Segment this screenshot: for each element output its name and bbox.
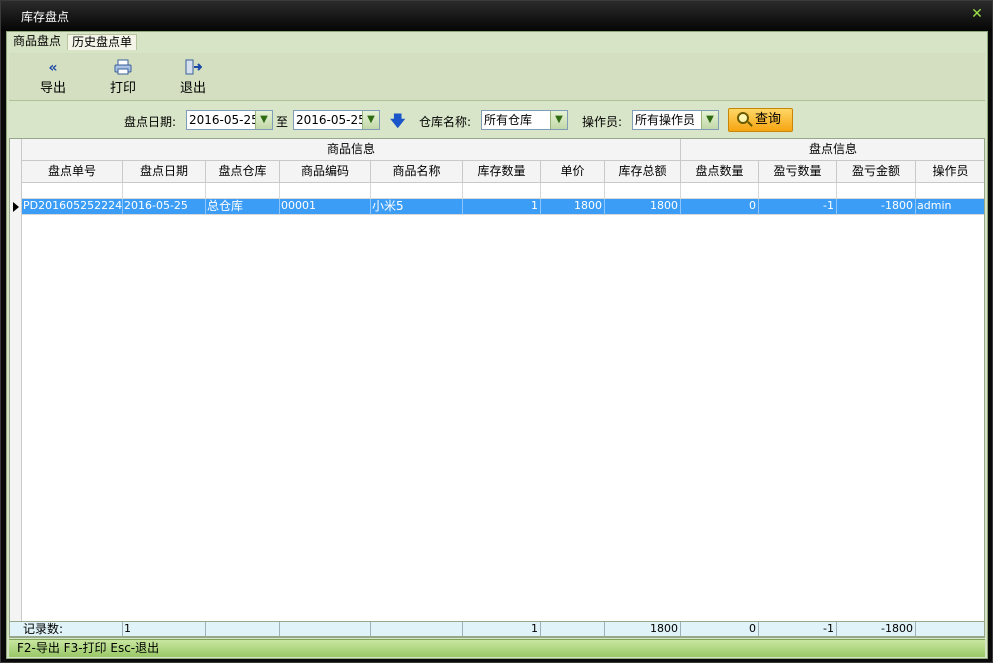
filter-bar: 盘点日期: 2016-05-25 ▼ 至 2016-05-25 ▼ 🡇 仓库名称…	[9, 102, 985, 138]
group-header-product-info: 商品信息	[22, 139, 681, 161]
filter-cell[interactable]	[206, 183, 280, 199]
double-chevron-left-icon: «	[48, 60, 58, 76]
tab-history-check[interactable]: 历史盘点单	[67, 34, 138, 50]
query-button[interactable]: 查询	[728, 108, 793, 132]
summary-cell	[371, 622, 463, 636]
record-count-label: 记录数:	[22, 622, 123, 636]
status-bar: F2-导出 F3-打印 Esc-退出	[9, 639, 985, 657]
table-cell[interactable]: 总仓库	[206, 199, 280, 215]
operator-select[interactable]: 所有操作员 ▼	[632, 110, 719, 130]
print-button[interactable]: 打印	[103, 59, 143, 96]
warehouse-select[interactable]: 所有仓库 ▼	[481, 110, 568, 130]
column-header[interactable]: 单价	[541, 161, 605, 183]
group-header-check-info: 盘点信息	[681, 139, 984, 161]
current-row-arrow-icon	[13, 202, 19, 212]
warehouse-label: 仓库名称:	[419, 115, 472, 129]
chevron-down-icon[interactable]: ▼	[701, 111, 718, 129]
filter-cell[interactable]	[541, 183, 605, 199]
summary-stock-qty: 1	[463, 622, 541, 636]
filter-cell[interactable]	[280, 183, 371, 199]
summary-row: 记录数: 1 1 1800 0 -1 -1800	[9, 621, 985, 637]
date-label: 盘点日期:	[124, 115, 177, 129]
date-from-value: 2016-05-25	[189, 113, 259, 127]
table-cell[interactable]: 1800	[605, 199, 681, 215]
window-title: 库存盘点	[21, 10, 70, 24]
filter-cell[interactable]	[463, 183, 541, 199]
summary-cell	[206, 622, 280, 636]
filter-cell[interactable]	[22, 183, 123, 199]
table-cell[interactable]: -1800	[837, 199, 916, 215]
table-cell[interactable]: 2016-05-25	[123, 199, 206, 215]
column-header[interactable]: 商品编码	[280, 161, 371, 183]
table-cell[interactable]: PD20160525222449	[22, 199, 123, 215]
exit-door-icon	[173, 59, 213, 77]
table-cell[interactable]: 0	[681, 199, 759, 215]
exit-button[interactable]: 退出	[173, 59, 213, 96]
operator-value: 所有操作员	[635, 113, 696, 127]
search-icon	[737, 112, 749, 124]
summary-cell	[541, 622, 605, 636]
record-count-value: 1	[123, 622, 206, 636]
summary-check-qty: 0	[681, 622, 759, 636]
inventory-check-window: 库存盘点 ✕ 商品盘点 历史盘点单 « 导出 打印 退出 盘点日期: 2016-…	[0, 0, 993, 663]
filter-cell[interactable]	[916, 183, 984, 199]
column-header[interactable]: 盘点数量	[681, 161, 759, 183]
table-cell[interactable]: 00001	[280, 199, 371, 215]
filter-cell[interactable]	[837, 183, 916, 199]
toolbar: « 导出 打印 退出	[9, 53, 985, 101]
chevron-down-icon[interactable]: ▼	[362, 111, 379, 129]
date-to-value: 2016-05-25	[296, 113, 366, 127]
chevron-down-icon[interactable]: ▼	[550, 111, 567, 129]
exit-label: 退出	[179, 81, 206, 96]
tab-product-check[interactable]: 商品盘点	[9, 34, 65, 50]
row-header-corner	[10, 139, 22, 205]
arrow-down-icon[interactable]: 🡇	[390, 111, 405, 136]
table-cell[interactable]: admin	[916, 199, 984, 215]
to-label: 至	[276, 115, 289, 129]
date-from-picker[interactable]: 2016-05-25 ▼	[186, 110, 273, 130]
warehouse-value: 所有仓库	[484, 113, 533, 127]
column-header[interactable]: 盈亏数量	[759, 161, 837, 183]
filter-cell[interactable]	[123, 183, 206, 199]
row-indicator-column	[10, 215, 22, 637]
filter-cell[interactable]	[681, 183, 759, 199]
summary-stock-total: 1800	[605, 622, 681, 636]
column-header[interactable]: 盈亏金额	[837, 161, 916, 183]
column-header[interactable]: 库存数量	[463, 161, 541, 183]
main-panel: 商品盘点 历史盘点单 « 导出 打印 退出 盘点日期: 2016-05-25 ▼…	[6, 31, 988, 659]
table-cell[interactable]: 1	[463, 199, 541, 215]
column-header[interactable]: 盘点仓库	[206, 161, 280, 183]
summary-cell	[280, 622, 371, 636]
column-header[interactable]: 商品名称	[371, 161, 463, 183]
column-header[interactable]: 盘点单号	[22, 161, 123, 183]
table-cell[interactable]: 小米5	[371, 199, 463, 215]
close-icon[interactable]: ✕	[970, 7, 984, 21]
summary-diff-qty: -1	[759, 622, 837, 636]
date-to-picker[interactable]: 2016-05-25 ▼	[293, 110, 380, 130]
row-indicator[interactable]	[10, 199, 22, 215]
title-bar: 库存盘点 ✕	[1, 1, 992, 31]
printer-icon	[103, 59, 143, 77]
chevron-down-icon[interactable]: ▼	[255, 111, 272, 129]
filter-cell[interactable]	[605, 183, 681, 199]
query-label: 查询	[755, 112, 782, 127]
table-cell[interactable]: -1	[759, 199, 837, 215]
export-label: 导出	[39, 81, 66, 96]
data-grid: 商品信息 盘点信息 盘点单号 盘点日期 盘点仓库 商品编码 商品名称 库存数量 …	[9, 138, 985, 638]
tab-strip: 商品盘点 历史盘点单	[7, 32, 987, 50]
export-button[interactable]: « 导出	[33, 59, 73, 96]
filter-cell[interactable]	[759, 183, 837, 199]
summary-diff-amount: -1800	[837, 622, 916, 636]
column-header[interactable]: 操作员	[916, 161, 984, 183]
column-header[interactable]: 盘点日期	[123, 161, 206, 183]
print-label: 打印	[109, 81, 136, 96]
summary-cell	[916, 622, 984, 636]
column-header[interactable]: 库存总额	[605, 161, 681, 183]
table-cell[interactable]: 1800	[541, 199, 605, 215]
operator-label: 操作员:	[582, 115, 623, 129]
filter-cell[interactable]	[371, 183, 463, 199]
